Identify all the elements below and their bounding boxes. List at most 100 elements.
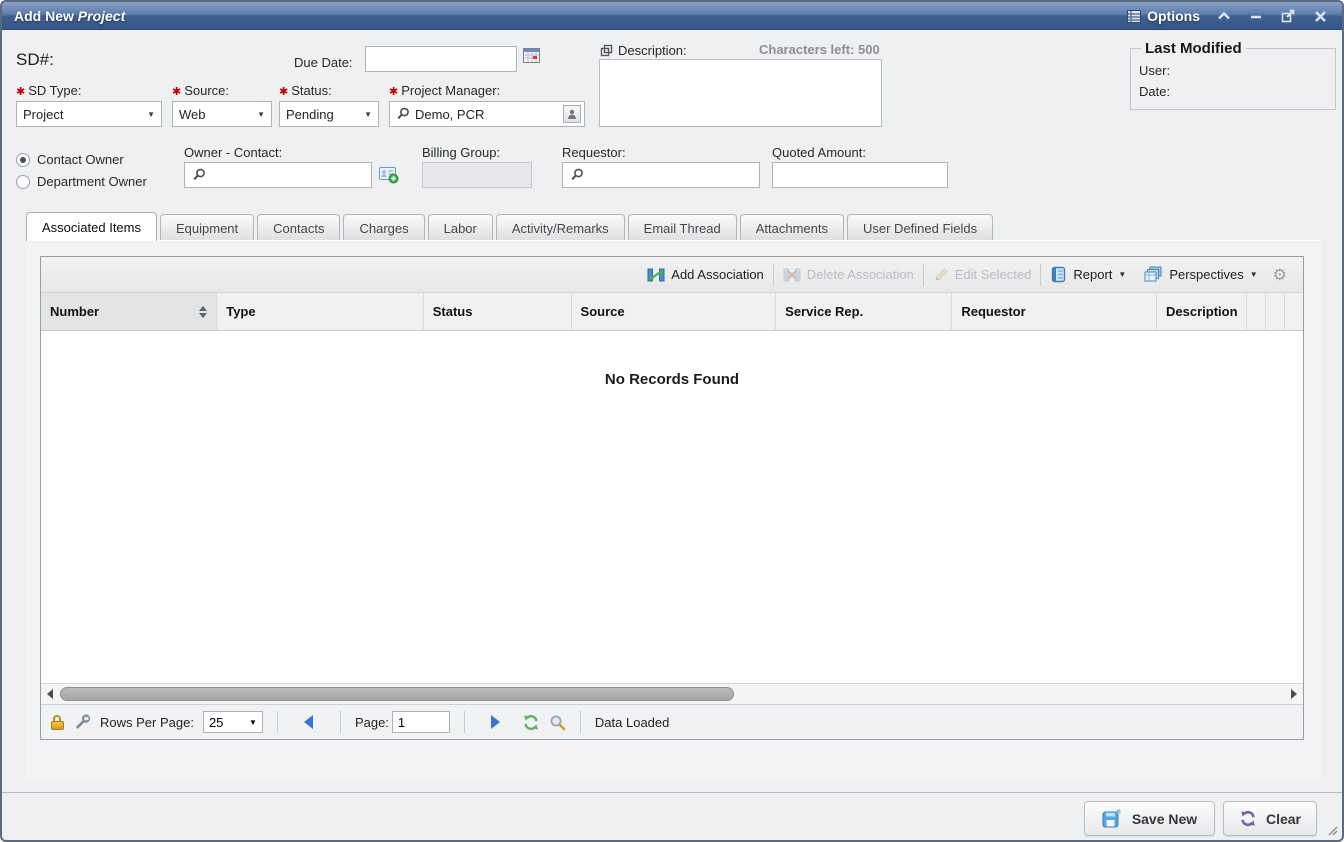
sd-type-label: ✱SD Type: [16,83,81,98]
column-header-number[interactable]: Number [41,293,217,330]
scroll-left-icon [47,689,53,699]
tab-contacts[interactable]: Contacts [257,214,340,241]
tab-equipment[interactable]: Equipment [160,214,254,241]
minimize-button[interactable] [1248,8,1264,24]
dialog-title: Add New Project [14,8,125,24]
titlebar: Add New Project Options [2,2,1342,30]
description-label: Description: [618,43,687,58]
last-modified-title: Last Modified [1141,40,1246,57]
options-label: Options [1147,8,1200,24]
lock-icon[interactable] [51,715,64,730]
column-header-status[interactable]: Status [424,293,572,330]
resize-grip[interactable] [1326,824,1338,836]
chevron-down-icon: ▼ [358,110,372,119]
previous-page-button[interactable] [304,715,313,729]
project-manager-value: Demo, PCR [415,107,484,122]
quoted-amount-input[interactable] [772,162,948,188]
tab-associated-items[interactable]: Associated Items [26,212,157,241]
collapse-button[interactable] [1216,8,1232,24]
scrollbar-thumb[interactable] [60,687,734,701]
project-manager-picker-button[interactable] [563,105,581,123]
grid-toolbar: Add Association Delete Association Edit … [41,257,1303,293]
description-popout-icon[interactable] [600,44,613,57]
quick-search-icon[interactable] [549,714,566,731]
pager-divider [580,711,581,733]
add-association-button[interactable]: Add Association [638,263,773,287]
page-label: Page: [355,715,389,730]
tab-charges[interactable]: Charges [343,214,424,241]
scrollbar-track[interactable] [59,684,1285,704]
refresh-icon[interactable] [522,714,540,731]
delete-association-button[interactable]: Delete Association [774,263,923,287]
options-list-icon [1127,10,1141,23]
project-manager-field[interactable]: Demo, PCR [389,101,585,127]
add-association-icon [647,267,665,283]
column-header-service-rep[interactable]: Service Rep. [776,293,952,330]
sort-icon[interactable] [199,306,207,318]
source-value: Web [179,107,206,122]
requestor-label: Requestor: [562,145,626,160]
required-icon: ✱ [389,86,398,98]
perspectives-menu-button[interactable]: Perspectives ▼ [1135,263,1266,287]
column-header-spacer [1266,293,1285,330]
column-header-description[interactable]: Description [1157,293,1247,330]
scroll-left-button[interactable] [41,684,59,704]
column-header-requestor[interactable]: Requestor [952,293,1157,330]
contact-owner-radio[interactable]: Contact Owner [16,152,124,167]
empty-message: No Records Found [41,371,1303,388]
rows-per-page-select[interactable]: 25 ▼ [203,711,263,733]
required-icon: ✱ [16,86,25,98]
options-menu-button[interactable]: Options [1127,8,1200,24]
quoted-amount-label: Quoted Amount: [772,145,866,160]
tab-email-thread[interactable]: Email Thread [628,214,737,241]
due-date-label: Due Date: [294,55,353,70]
billing-group-label: Billing Group: [422,145,500,160]
required-icon: ✱ [172,86,181,98]
close-button[interactable] [1312,8,1328,24]
status-value: Pending [286,107,334,122]
source-label: ✱Source: [172,83,229,98]
tab-labor[interactable]: Labor [428,214,493,241]
add-contact-button[interactable] [379,166,399,189]
edit-selected-label: Edit Selected [955,267,1032,282]
grid-pager: Rows Per Page: 25 ▼ Page: Data Loaded [41,704,1303,739]
sd-type-select[interactable]: Project ▼ [16,101,162,127]
popout-button[interactable] [1280,8,1296,24]
person-icon [567,109,577,120]
pager-divider [277,711,278,733]
owner-contact-input[interactable] [184,162,372,188]
pager-divider [340,711,341,733]
clear-button[interactable]: Clear [1223,801,1317,836]
column-header-source[interactable]: Source [572,293,777,330]
status-select[interactable]: Pending ▼ [279,101,379,127]
wrench-icon[interactable] [75,714,91,730]
next-page-button[interactable] [491,715,500,729]
report-menu-button[interactable]: Report ▼ [1041,263,1135,287]
gear-icon[interactable]: ⚙ [1267,265,1297,285]
edit-selected-button[interactable]: Edit Selected [924,263,1041,287]
scroll-right-button[interactable] [1285,684,1303,704]
delete-association-label: Delete Association [807,267,914,282]
save-new-button[interactable]: Save New [1084,801,1215,836]
department-owner-radio[interactable]: Department Owner [16,174,147,189]
tab-user-defined-fields[interactable]: User Defined Fields [847,214,993,241]
due-date-input[interactable] [365,46,517,72]
last-modified-date-label: Date: [1139,84,1170,99]
footer-divider [2,792,1342,793]
pager-divider [464,711,465,733]
billing-group-input [422,162,532,188]
calendar-icon [523,47,541,64]
add-association-label: Add Association [671,267,764,282]
title-prefix: Add New [14,8,78,24]
calendar-picker-button[interactable] [523,47,541,69]
tab-activity-remarks[interactable]: Activity/Remarks [496,214,625,241]
description-textarea[interactable] [599,59,882,127]
horizontal-scrollbar[interactable] [41,683,1303,704]
requestor-input[interactable] [562,162,760,188]
chevron-down-icon: ▼ [141,110,155,119]
radio-unselected-icon [16,175,30,189]
source-select[interactable]: Web ▼ [172,101,272,127]
page-number-input[interactable] [392,711,450,733]
column-header-type[interactable]: Type [217,293,424,330]
tab-attachments[interactable]: Attachments [740,214,844,241]
